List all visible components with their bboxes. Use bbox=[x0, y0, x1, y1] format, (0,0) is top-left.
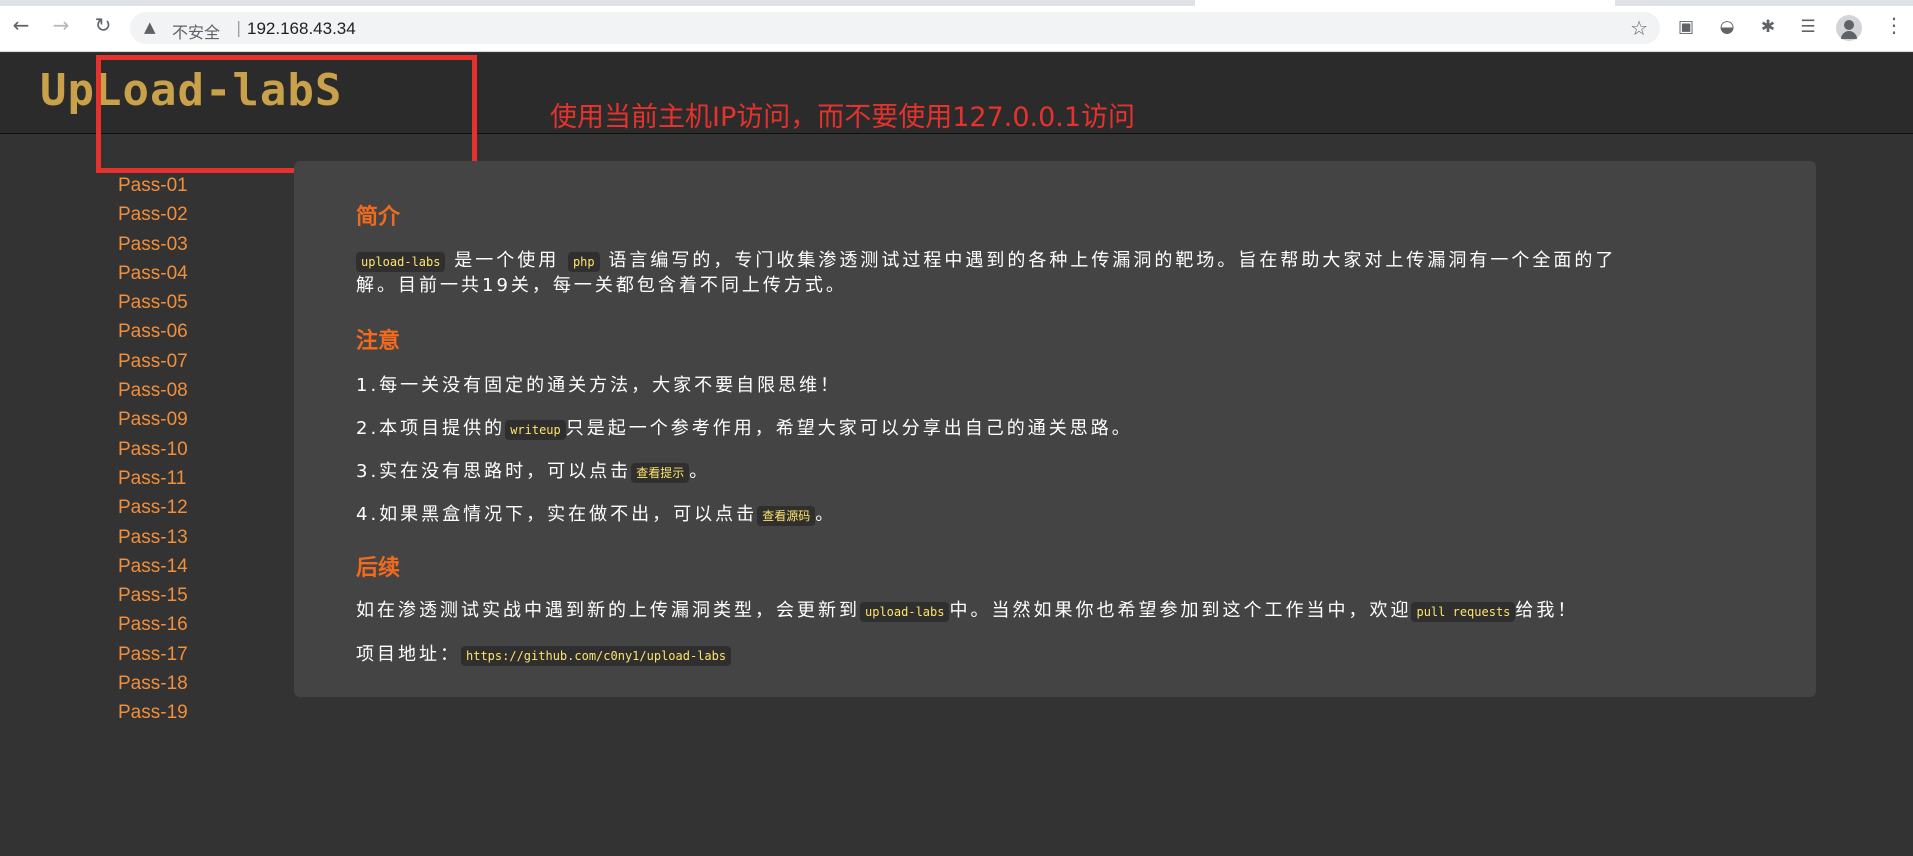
intro-paragraph: upload-labs 是一个使用 php 语言编写的，专门收集渗透测试过程中遇… bbox=[356, 249, 1776, 298]
note2-text-b: 只是起一个参考作用，希望大家可以分享出自己的通关思路。 bbox=[565, 418, 1133, 439]
note-heading: 注意 bbox=[356, 329, 401, 354]
follow-paragraph: 如在渗透测试实战中遇到新的上传漏洞类型，会更新到 upload-labs 中。当然如… bbox=[356, 599, 1578, 624]
code-pull-requests: pull requests bbox=[1411, 602, 1516, 622]
note-item-2: 2.本项目提供的 writeup 只是起一个参考作用，希望大家可以分享出自己的通关思… bbox=[356, 417, 1133, 442]
sidebar-item-pass-02[interactable]: Pass-02 bbox=[118, 200, 238, 229]
sidebar-item-pass-03[interactable]: Pass-03 bbox=[118, 230, 238, 259]
follow-text-b: 中。当然如果你也希望参加到这个工作当中，欢迎 bbox=[949, 600, 1412, 621]
note-item-3: 3.实在没有思路时，可以点击 查看提示。 bbox=[356, 460, 710, 485]
sidebar-item-pass-07[interactable]: Pass-07 bbox=[118, 347, 238, 376]
warning-icon[interactable]: ▲ bbox=[144, 18, 156, 36]
sidebar-item-pass-16[interactable]: Pass-16 bbox=[118, 610, 238, 639]
note-item-4: 4.如果黑盒情况下，实在做不出，可以点击 查看源码。 bbox=[356, 503, 836, 528]
show-source-button[interactable]: 查看源码 bbox=[757, 506, 816, 526]
sidebar-item-pass-18[interactable]: Pass-18 bbox=[118, 669, 238, 698]
sidebar-item-pass-14[interactable]: Pass-14 bbox=[118, 552, 238, 581]
active-tab[interactable] bbox=[1195, 0, 1615, 6]
address-bar[interactable]: ▲ 不安全 | 192.168.43.34 ☆ bbox=[130, 12, 1660, 44]
note3-text-b: 。 bbox=[689, 461, 711, 482]
sidebar-item-pass-11[interactable]: Pass-11 bbox=[118, 464, 238, 493]
back-icon[interactable]: ← bbox=[10, 14, 32, 36]
sidebar-item-pass-05[interactable]: Pass-05 bbox=[118, 288, 238, 317]
sidebar-item-pass-06[interactable]: Pass-06 bbox=[118, 317, 238, 346]
forward-icon[interactable]: → bbox=[50, 14, 72, 36]
security-label[interactable]: 不安全 bbox=[172, 19, 220, 43]
code-upload-labs: upload-labs bbox=[356, 252, 446, 272]
note4-text-b: 。 bbox=[815, 504, 837, 525]
intro-text-1: 是一个使用 bbox=[454, 250, 560, 271]
sidebar-item-pass-10[interactable]: Pass-10 bbox=[118, 435, 238, 464]
separator: | bbox=[236, 18, 242, 37]
sidebar-item-pass-17[interactable]: Pass-17 bbox=[118, 640, 238, 669]
show-hint-button[interactable]: 查看提示 bbox=[631, 463, 690, 483]
sidebar-item-pass-12[interactable]: Pass-12 bbox=[118, 493, 238, 522]
follow-text-c: 给我！ bbox=[1515, 600, 1579, 621]
code-writeup: writeup bbox=[505, 420, 566, 440]
annotation-text: 使用当前主机IP访问，而不要使用127.0.0.1访问 bbox=[550, 102, 1136, 133]
project-address: 项目地址： https://github.com/c0ny1/upload-lab… bbox=[356, 643, 732, 668]
sidebar-item-pass-01[interactable]: Pass-01 bbox=[118, 171, 238, 200]
main-content-panel: 简介 upload-labs 是一个使用 php 语言编写的，专门收集渗透测试过… bbox=[294, 161, 1816, 697]
intro-heading: 简介 bbox=[356, 205, 401, 230]
intro-text-3: 解。目前一共19关，每一关都包含着不同上传方式。 bbox=[356, 275, 847, 296]
browser-toolbar: ← → ↻ ▲ 不安全 | 192.168.43.34 ☆ ▣ ◒ ✱ ☰ ⋮ bbox=[0, 0, 1913, 52]
profile-avatar-icon[interactable] bbox=[1836, 15, 1862, 41]
extensions-puzzle-icon[interactable]: ✱ bbox=[1757, 16, 1779, 38]
sidebar-item-pass-04[interactable]: Pass-04 bbox=[118, 259, 238, 288]
menu-dots-icon[interactable]: ⋮ bbox=[1884, 14, 1904, 36]
note2-text-a: 2.本项目提供的 bbox=[356, 418, 506, 439]
code-upload-labs-2: upload-labs bbox=[860, 602, 950, 622]
sidebar-item-pass-19[interactable]: Pass-19 bbox=[118, 698, 238, 727]
extension-mask-icon[interactable]: ◒ bbox=[1716, 16, 1738, 38]
extension-dice-icon[interactable]: ▣ bbox=[1675, 16, 1697, 38]
sidebar-item-pass-09[interactable]: Pass-09 bbox=[118, 405, 238, 434]
tab-strip bbox=[0, 0, 1913, 6]
media-control-icon[interactable]: ☰ bbox=[1797, 16, 1819, 38]
sidebar-item-pass-13[interactable]: Pass-13 bbox=[118, 523, 238, 552]
bookmark-star-icon[interactable]: ☆ bbox=[1630, 16, 1648, 40]
note4-text-a: 4.如果黑盒情况下，实在做不出，可以点击 bbox=[356, 504, 758, 525]
annotation-highlight-box bbox=[96, 55, 477, 173]
sidebar-item-pass-08[interactable]: Pass-08 bbox=[118, 376, 238, 405]
note-item-1: 1.每一关没有固定的通关方法，大家不要自限思维！ bbox=[356, 375, 842, 396]
url-text[interactable]: 192.168.43.34 bbox=[247, 19, 356, 39]
follow-text-a: 如在渗透测试实战中遇到新的上传漏洞类型，会更新到 bbox=[356, 600, 860, 621]
intro-text-2: 语言编写的，专门收集渗透测试过程中遇到的各种上传漏洞的靶场。旨在帮助大家对上传漏… bbox=[608, 250, 1617, 271]
github-link[interactable]: https://github.com/c0ny1/upload-labs bbox=[461, 646, 732, 666]
reload-icon[interactable]: ↻ bbox=[92, 14, 114, 36]
address-label: 项目地址： bbox=[356, 644, 461, 665]
note3-text-a: 3.实在没有思路时，可以点击 bbox=[356, 461, 632, 482]
sidebar-nav: Pass-01 Pass-02 Pass-03 Pass-04 Pass-05 … bbox=[118, 171, 238, 728]
follow-heading: 后续 bbox=[356, 556, 401, 581]
sidebar-item-pass-15[interactable]: Pass-15 bbox=[118, 581, 238, 610]
code-php: php bbox=[567, 252, 600, 272]
